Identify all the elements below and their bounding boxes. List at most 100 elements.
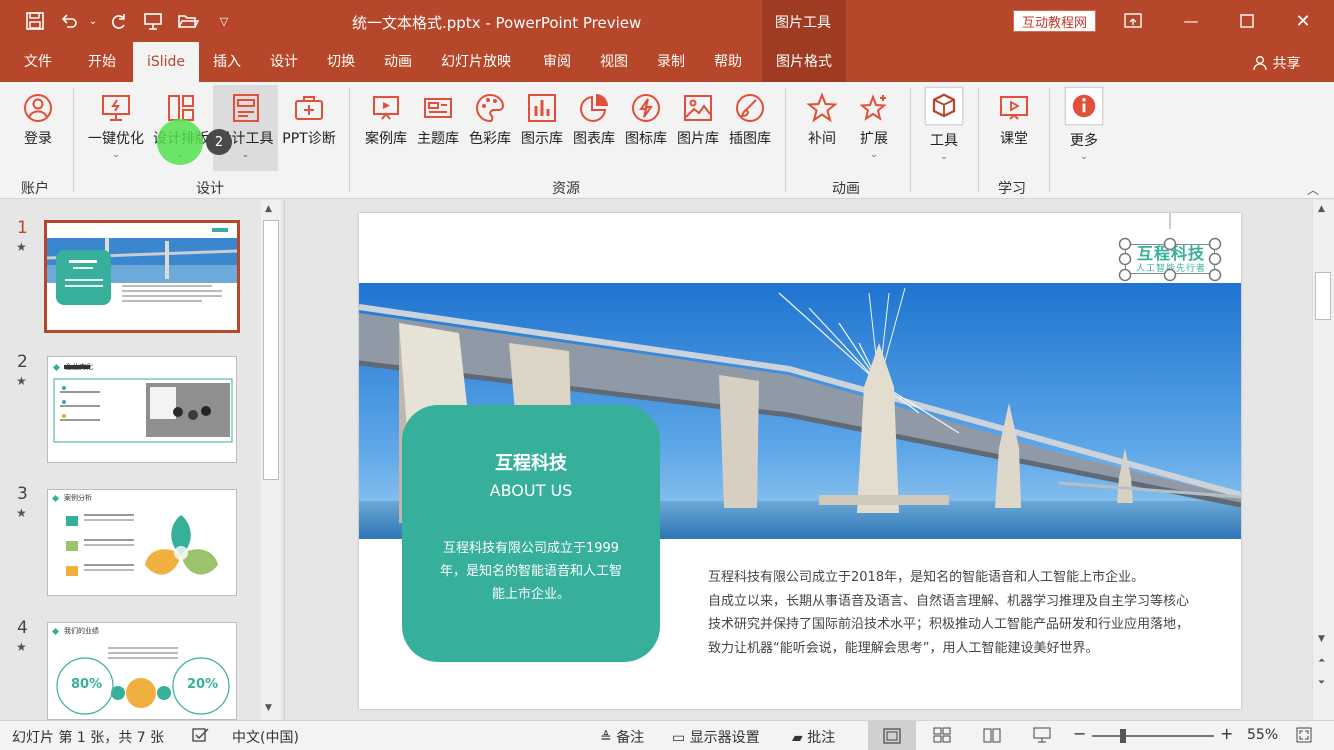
redo-icon[interactable] xyxy=(108,10,130,32)
slide-number: 1 xyxy=(17,218,28,238)
slide-thumbnail-4[interactable]: 我们的业绩 80% 20% xyxy=(47,622,237,720)
presentation-board-icon xyxy=(373,96,399,120)
scroll-thumb[interactable] xyxy=(263,220,279,480)
classroom-label: 课堂 xyxy=(1000,131,1028,147)
thumbnail-scrollbar[interactable]: ▲ ▼ xyxy=(261,200,281,720)
close-icon[interactable]: ✕ xyxy=(1290,8,1316,34)
tween-button[interactable]: 补间 xyxy=(800,92,844,148)
selection-handles[interactable] xyxy=(1115,213,1225,285)
icon-library-button[interactable]: 图标库 xyxy=(622,92,670,148)
login-button[interactable]: 登录 xyxy=(18,92,58,148)
tab-animations[interactable]: 动画 xyxy=(384,42,412,82)
icon-library-label: 图标库 xyxy=(625,131,667,147)
theme-library-button[interactable]: 主题库 xyxy=(414,92,462,148)
tab-insert[interactable]: 插入 xyxy=(213,42,241,82)
chevron-down-icon: ⌄ xyxy=(112,150,120,160)
save-icon[interactable] xyxy=(24,10,46,32)
user-icon xyxy=(24,94,52,122)
scroll-up-icon[interactable]: ▲ xyxy=(1318,204,1325,214)
tab-home[interactable]: 开始 xyxy=(88,42,116,82)
accessibility-icon[interactable] xyxy=(192,727,210,747)
zoom-slider[interactable] xyxy=(1092,729,1214,743)
reading-view-icon[interactable] xyxy=(983,727,1001,747)
undo-dropdown-icon[interactable]: ⌄ xyxy=(82,10,104,32)
editor-scrollbar[interactable]: ▲ ▼ ⏶ ⏷ xyxy=(1312,200,1334,720)
comments-button[interactable]: ▰ 批注 xyxy=(792,727,835,747)
fit-to-window-icon[interactable] xyxy=(1296,727,1312,747)
zoom-slider-thumb[interactable] xyxy=(1120,729,1126,743)
tab-transitions[interactable]: 切换 xyxy=(327,42,355,82)
about-card[interactable]: 互程科技 ABOUT US 互程科技有限公司成立于1999年，是知名的智能语音和… xyxy=(402,405,660,662)
slide-sorter-icon[interactable] xyxy=(933,727,951,747)
tab-picture-format[interactable]: 图片格式 xyxy=(762,42,846,82)
ppt-diagnosis-button[interactable]: PPT诊断 xyxy=(280,92,338,148)
group-account: 账户 xyxy=(21,181,49,197)
minimize-icon[interactable]: — xyxy=(1178,8,1204,34)
tab-review[interactable]: 审阅 xyxy=(543,42,571,82)
normal-view-button[interactable] xyxy=(868,721,916,750)
thumbnail-preview xyxy=(51,494,218,576)
slide-thumbnail-pane: 1 ★ 2 ★ 企业文化 3 ★ 案例分析 4 ★ 我们的业绩 80% 20% xyxy=(0,200,284,720)
tools-button[interactable]: 工具 ⌄ xyxy=(922,86,966,162)
tab-slideshow[interactable]: 幻灯片放映 xyxy=(441,42,511,82)
slide-canvas[interactable]: 互程科技 ABOUT US 互程科技有限公司成立于1999年，是知名的智能语音和… xyxy=(359,213,1241,709)
scroll-down-icon[interactable]: ▼ xyxy=(265,703,272,713)
ribbon-display-icon[interactable] xyxy=(1120,8,1146,34)
tab-file[interactable]: 文件 xyxy=(24,42,52,82)
next-slide-icon[interactable]: ⏷ xyxy=(1318,678,1325,688)
open-folder-icon[interactable] xyxy=(177,10,199,32)
diagram-library-label: 图示库 xyxy=(521,131,563,147)
group-resources: 资源 xyxy=(552,181,580,197)
step-badge: 2 xyxy=(206,129,232,155)
tab-view[interactable]: 视图 xyxy=(600,42,628,82)
display-settings-button[interactable]: ▭ 显示器设置 xyxy=(672,727,760,747)
scroll-thumb[interactable] xyxy=(1315,272,1331,320)
zoom-level[interactable]: 55% xyxy=(1247,727,1278,743)
customize-icon[interactable]: ▽ xyxy=(213,10,235,32)
slideshow-view-icon[interactable] xyxy=(1033,727,1051,747)
image-icon xyxy=(684,95,712,121)
divider xyxy=(349,88,350,192)
tab-record[interactable]: 录制 xyxy=(657,42,685,82)
case-library-button[interactable]: 案例库 xyxy=(362,92,410,148)
theme-icon xyxy=(424,98,452,118)
brand-badge[interactable]: 互动教程网 xyxy=(1013,10,1096,32)
undo-icon[interactable] xyxy=(58,10,80,32)
slide-thumbnail-3[interactable]: 案例分析 xyxy=(47,489,237,596)
language-indicator[interactable]: 中文(中国) xyxy=(232,727,299,747)
box-icon xyxy=(924,86,964,126)
present-icon[interactable] xyxy=(142,10,164,32)
picture-library-button[interactable]: 图片库 xyxy=(674,92,722,148)
thumbnail-preview xyxy=(47,228,237,305)
collapse-ribbon-icon[interactable]: ︿ xyxy=(1307,181,1319,198)
tab-help[interactable]: 帮助 xyxy=(714,42,742,82)
bar-diagram-icon xyxy=(528,94,556,122)
notes-button[interactable]: ≜ 备注 xyxy=(600,727,644,747)
slide-thumbnail-1[interactable] xyxy=(44,220,240,333)
thumbnail-title: 企业文化 xyxy=(65,363,93,371)
illustration-library-button[interactable]: 插图库 xyxy=(726,92,774,148)
display-settings-label: 显示器设置 xyxy=(689,730,760,746)
color-library-button[interactable]: 色彩库 xyxy=(466,92,514,148)
scroll-down-icon[interactable]: ▼ xyxy=(1318,634,1325,644)
chart-library-button[interactable]: 图表库 xyxy=(570,92,618,148)
slide-body-text[interactable]: 互程科技有限公司成立于2018年，是知名的智能语音和人工智能上市企业。 自成立以… xyxy=(708,566,1228,660)
maximize-icon[interactable] xyxy=(1234,8,1260,34)
tab-design[interactable]: 设计 xyxy=(270,42,298,82)
more-button[interactable]: 更多 ⌄ xyxy=(1062,86,1106,162)
slide-thumbnail-2[interactable]: 企业文化 xyxy=(47,356,237,463)
animation-star-icon: ★ xyxy=(16,640,27,654)
card-title: 互程科技 xyxy=(495,453,567,474)
divider xyxy=(73,88,74,192)
one-click-optimize-button[interactable]: 一键优化 ⌄ xyxy=(84,92,148,160)
tab-islide[interactable]: iSlide xyxy=(133,42,199,82)
share-button[interactable]: 共享 xyxy=(1252,53,1300,73)
extend-button[interactable]: 扩展 ⌄ xyxy=(852,92,896,160)
previous-slide-icon[interactable]: ⏶ xyxy=(1318,656,1325,666)
body-line: 技术研究并保持了国际前沿技术水平；积极推动人工智能产品研发和行业应用落地， xyxy=(708,617,1190,632)
scroll-up-icon[interactable]: ▲ xyxy=(265,204,272,214)
zoom-in-button[interactable]: + xyxy=(1220,724,1233,743)
zoom-out-button[interactable]: − xyxy=(1073,724,1086,743)
diagram-library-button[interactable]: 图示库 xyxy=(518,92,566,148)
classroom-button[interactable]: 课堂 xyxy=(992,92,1036,148)
